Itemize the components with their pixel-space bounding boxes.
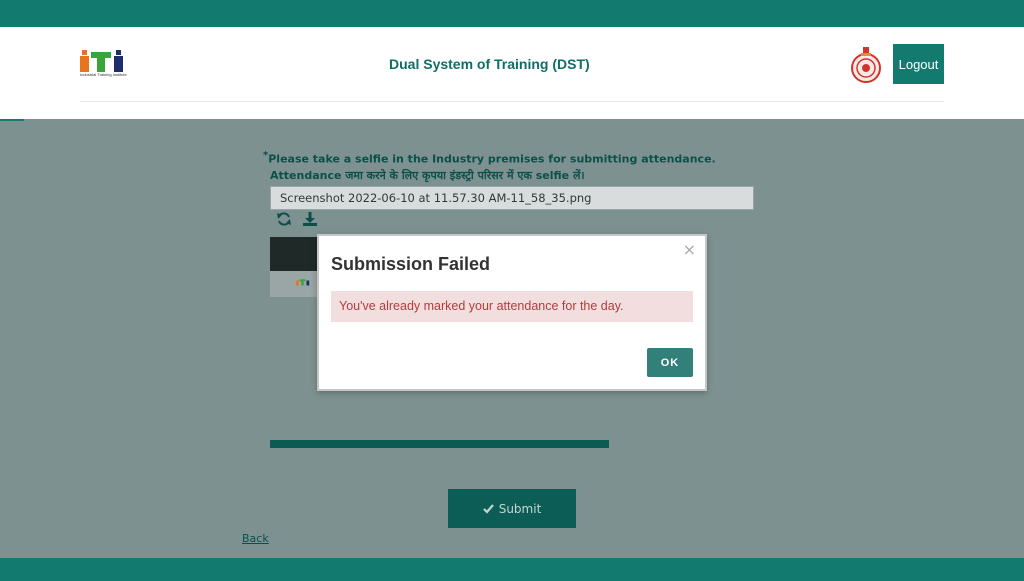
error-alert: You've already marked your attendance fo… — [331, 291, 693, 322]
submission-failed-dialog: × Submission Failed You've already marke… — [317, 234, 707, 391]
instruction-english: Please take a selfie in the Industry pre… — [268, 152, 716, 166]
selected-file-field[interactable]: Screenshot 2022-06-10 at 11.57.30 AM-11_… — [270, 186, 754, 210]
selfie-preview-thumbnail — [270, 237, 318, 297]
back-link[interactable]: Back — [242, 532, 269, 545]
selfie-instructions: *Please take a selfie in the Industry pr… — [263, 148, 716, 184]
instruction-hindi: Attendance जमा करने के लिए कृपया इंडस्ट्… — [270, 168, 585, 182]
submit-label: Submit — [498, 501, 542, 516]
download-icon[interactable] — [302, 211, 318, 227]
header-divider — [80, 101, 944, 102]
haryana-emblem-icon — [851, 47, 881, 83]
submit-button[interactable]: Submit — [448, 489, 576, 528]
app-title: Dual System of Training (DST) — [389, 56, 590, 72]
ok-button[interactable]: OK — [647, 348, 693, 377]
refresh-icon[interactable] — [276, 211, 292, 227]
check-icon — [482, 503, 494, 514]
logout-button[interactable]: Logout — [893, 44, 944, 84]
header-accent-line — [0, 119, 24, 121]
dialog-title: Submission Failed — [331, 254, 491, 274]
logo-caption: Industrial Training Institute — [80, 72, 127, 77]
top-bar — [0, 0, 1024, 27]
upload-progress-bar — [270, 440, 609, 448]
footer-bar — [0, 558, 1024, 581]
close-icon[interactable]: × — [683, 240, 696, 259]
